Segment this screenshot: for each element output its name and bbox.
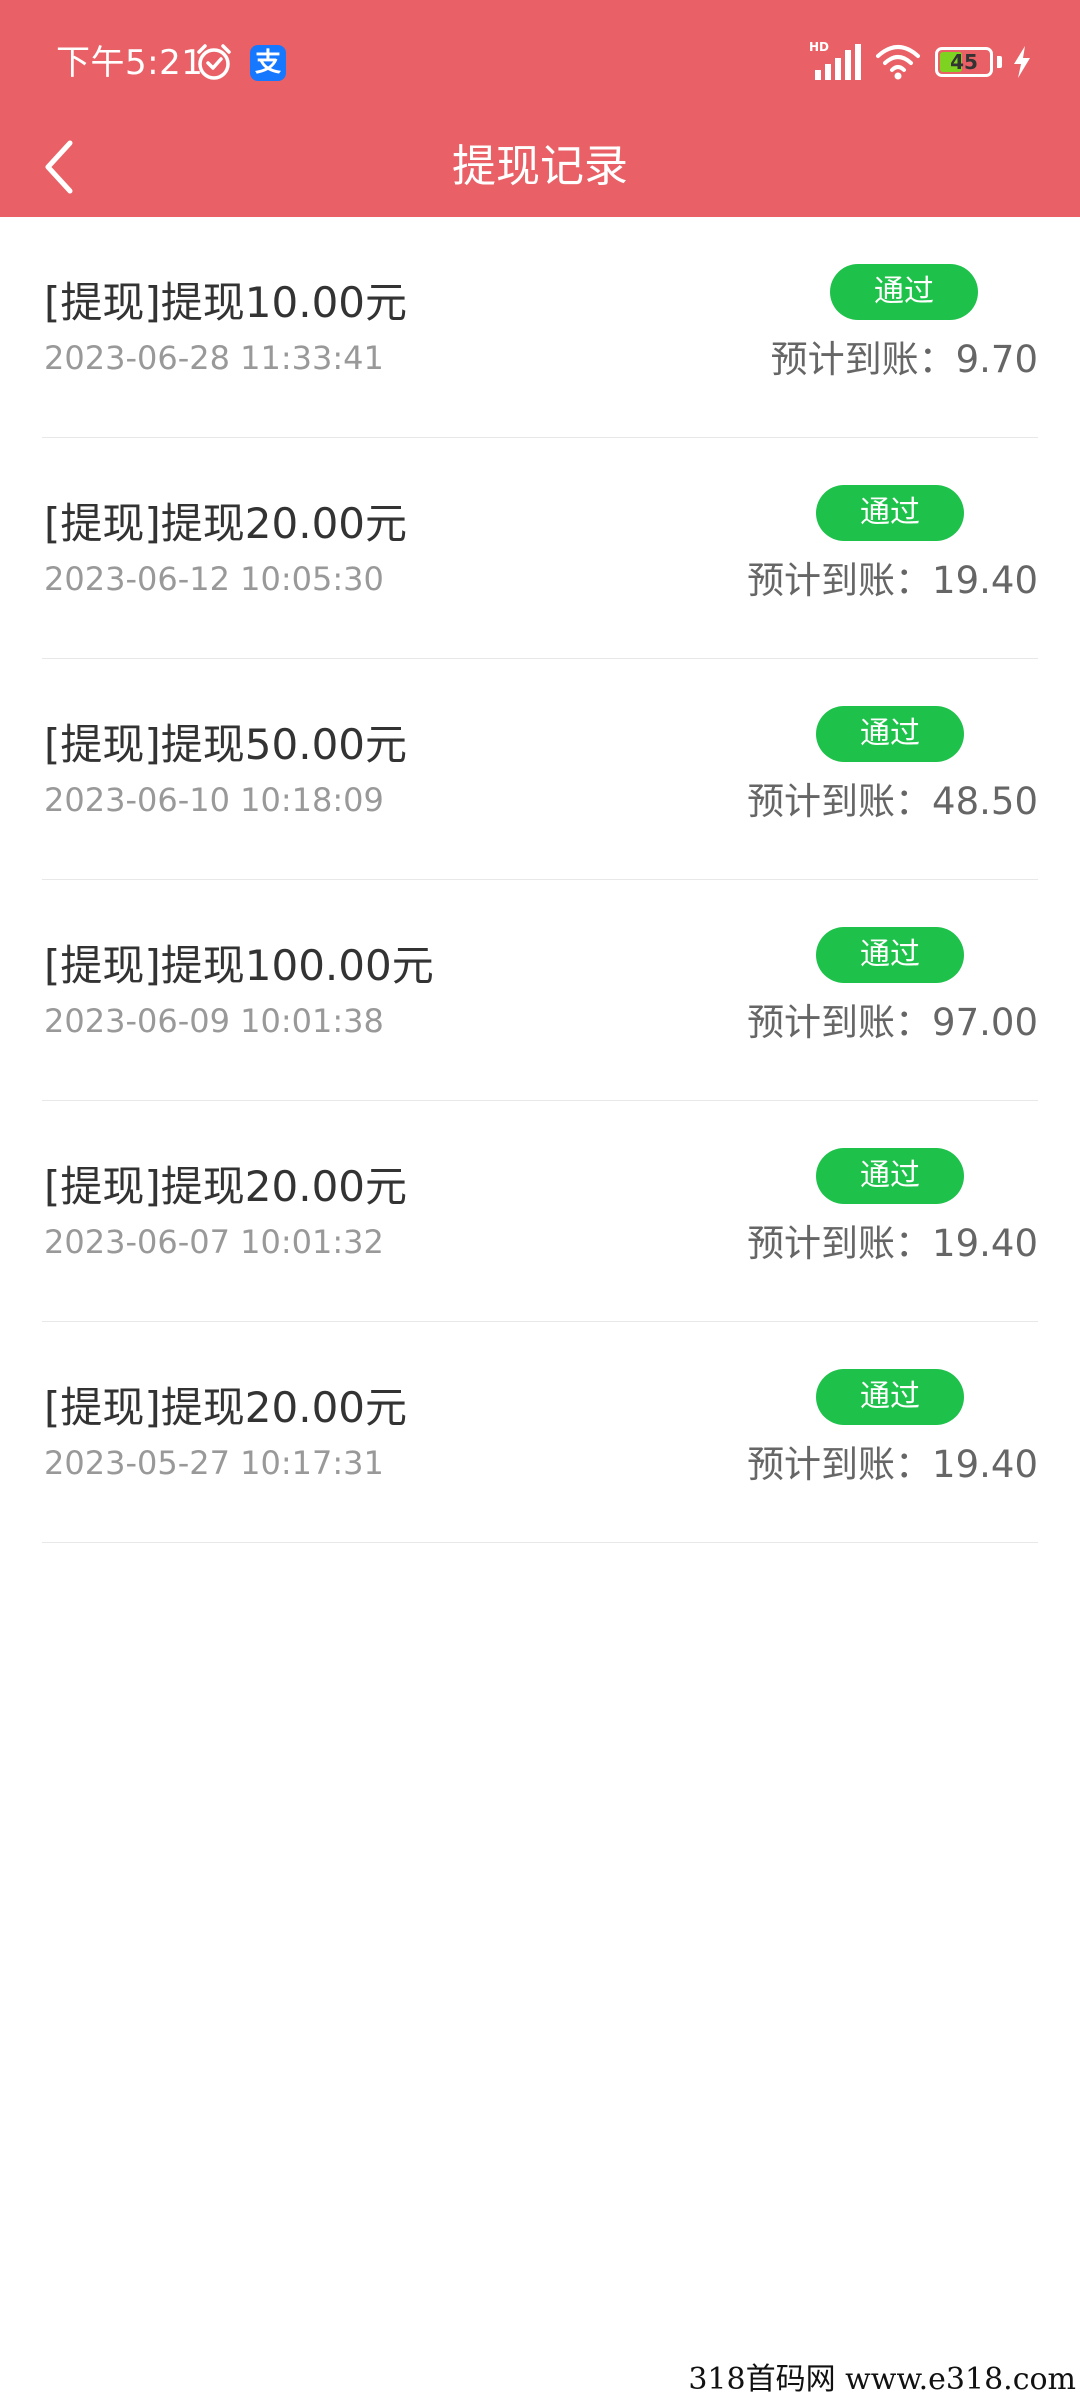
battery-icon: 45 (935, 47, 993, 77)
record-title: [提现]提现20.00元 (44, 499, 408, 548)
expected-amount: 预计到账：9.70 (770, 338, 1038, 381)
battery-level: 45 (950, 50, 978, 74)
status-icons: HD 45 (809, 40, 1032, 84)
record-title: [提现]提现10.00元 (44, 278, 408, 327)
record-time: 2023-06-12 10:05:30 (44, 560, 384, 598)
list-item[interactable]: [提现]提现20.00元 2023-05-27 10:17:31 通过 预计到账… (42, 1322, 1038, 1543)
status-badge: 通过 (816, 1148, 964, 1204)
list-item[interactable]: [提现]提现10.00元 2023-06-28 11:33:41 通过 预计到账… (42, 217, 1038, 438)
wifi-icon (876, 45, 920, 80)
alarm-icon (197, 44, 231, 80)
status-badge: 通过 (816, 485, 964, 541)
battery-tip (997, 56, 1002, 68)
expected-amount: 预计到账：97.00 (747, 1001, 1038, 1044)
record-title: [提现]提现100.00元 (44, 941, 434, 990)
list-item[interactable]: [提现]提现100.00元 2023-06-09 10:01:38 通过 预计到… (42, 880, 1038, 1101)
alipay-icon: 支 (250, 45, 286, 81)
list-item[interactable]: [提现]提现50.00元 2023-06-10 10:18:09 通过 预计到账… (42, 659, 1038, 880)
expected-amount: 预计到账：48.50 (747, 780, 1038, 823)
expected-amount: 预计到账：19.40 (747, 1443, 1038, 1486)
record-time: 2023-06-07 10:01:32 (44, 1223, 384, 1261)
signal-icon: HD (809, 40, 861, 82)
record-time: 2023-06-10 10:18:09 (44, 781, 384, 819)
list-item[interactable]: [提现]提现20.00元 2023-06-07 10:01:32 通过 预计到账… (42, 1101, 1038, 1322)
record-title: [提现]提现20.00元 (44, 1162, 408, 1211)
expected-amount: 预计到账：19.40 (747, 559, 1038, 602)
status-bar: 下午5:21 支 HD 45 (0, 0, 1080, 120)
status-badge: 通过 (816, 1369, 964, 1425)
watermark: 318首码网 www.e318.com (678, 2360, 1080, 2400)
record-time: 2023-05-27 10:17:31 (44, 1444, 384, 1482)
withdrawal-records-screen: 下午5:21 支 HD 45 提现记录 [提现]提现10.00元 2023-06… (0, 0, 1080, 2400)
nav-bar: 提现记录 (0, 117, 1080, 217)
withdrawal-record-list: [提现]提现10.00元 2023-06-28 11:33:41 通过 预计到账… (0, 217, 1080, 1543)
status-badge: 通过 (816, 927, 964, 983)
expected-amount: 预计到账：19.40 (747, 1222, 1038, 1265)
app-header: 下午5:21 支 HD 45 提现记录 (0, 0, 1080, 217)
status-time: 下午5:21 (56, 43, 204, 83)
page-title: 提现记录 (452, 141, 628, 192)
record-time: 2023-06-28 11:33:41 (44, 339, 384, 377)
status-badge: 通过 (830, 264, 978, 320)
record-time: 2023-06-09 10:01:38 (44, 1002, 384, 1040)
record-title: [提现]提现20.00元 (44, 1383, 408, 1432)
list-item[interactable]: [提现]提现20.00元 2023-06-12 10:05:30 通过 预计到账… (42, 438, 1038, 659)
record-title: [提现]提现50.00元 (44, 720, 408, 769)
charging-icon (1014, 46, 1030, 78)
status-badge: 通过 (816, 706, 964, 762)
